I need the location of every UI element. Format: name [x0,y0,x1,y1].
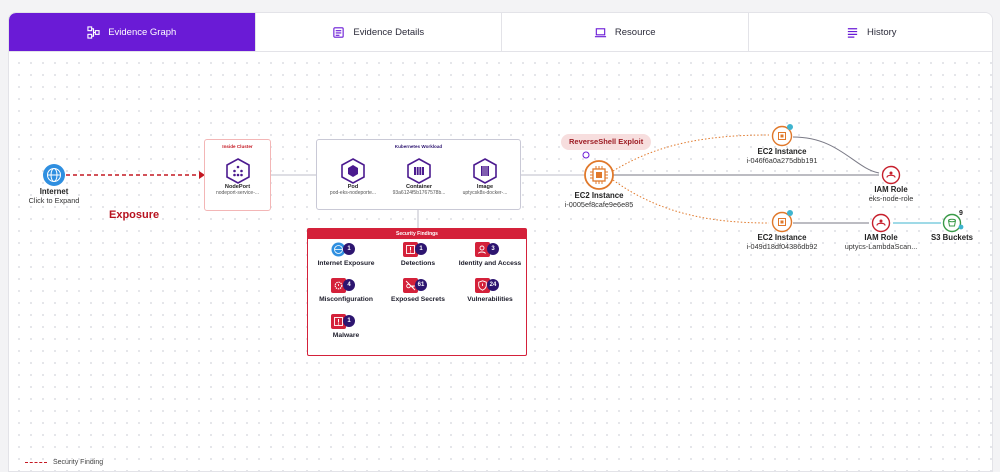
ec2-top-title: EC2 Instance [757,147,807,156]
ec2-top-node[interactable]: EC2 Instance i-046f6a0a275dbb191 [739,124,825,165]
finding-exposed-secrets[interactable]: 61 Exposed Secrets [384,278,452,303]
iam-top-node[interactable]: IAM Role eks-node-role [851,165,931,203]
finding-label: Internet Exposure [317,260,375,267]
tab-label: Resource [614,26,656,38]
inside-cluster-title: Inside Cluster [222,144,253,149]
graph-canvas[interactable]: Internet Click to Expand Exposure Inside… [9,53,992,471]
workload-box[interactable]: Kubernetes Workload Pod pod-eks-nodeport… [316,139,521,210]
nodeport-subtitle: nodeport-service-... [215,190,260,196]
finding-vulnerabilities[interactable]: 24 Vulnerabilities [456,278,524,303]
finding-label: Malware [332,332,360,339]
image-node[interactable]: Image uptycsk8s-docker-... [455,158,515,196]
ec2-bottom-node[interactable]: EC2 Instance i-049d18df04386db92 [739,210,825,251]
iam-top-title: IAM Role [874,185,908,194]
finding-internet-exposure[interactable]: 1 Internet Exposure [312,242,380,267]
finding-count-badge: 61 [415,279,427,291]
iam-role-icon [881,165,901,185]
s3-buckets-node[interactable]: 9 S3 Buckets [927,210,977,242]
ec2-chip-icon [582,151,614,190]
nodeport-icon [225,158,250,184]
ec2-chip-icon [771,210,793,233]
finding-label: Exposed Secrets [391,296,445,303]
internet-subtitle: Click to Expand [28,196,80,205]
finding-label: Misconfiguration [319,296,373,303]
iam-bottom-node[interactable]: IAM Role uptycs-LambdaScan... [839,213,923,251]
finding-count-badge: 1 [343,315,355,327]
finding-label: Identity and Access [458,260,522,267]
internet-title: Internet [39,187,69,196]
pod-node[interactable]: Pod pod-eks-nodeporte... [323,158,383,196]
iam-top-subtitle: eks-node-role [868,194,914,203]
tab-history[interactable]: History [748,13,992,51]
exposure-label: Exposure [109,209,160,221]
inside-cluster-box[interactable]: Inside Cluster NodePort nodeport-service… [204,139,271,211]
image-icon [473,158,497,184]
exploit-badge[interactable]: ReverseShell Exploit [561,134,652,150]
s3-title: S3 Buckets [930,233,974,242]
container-icon [407,158,431,184]
tab-bar: Evidence Graph Evidence Details Resource… [9,13,992,52]
iam-bottom-title: IAM Role [864,233,898,242]
tab-evidence-graph[interactable]: Evidence Graph [9,13,256,51]
tab-evidence-details[interactable]: Evidence Details [255,13,502,51]
pod-subtitle: pod-eks-nodeporte... [329,190,377,196]
s3-count: 9 [959,210,963,217]
tab-resource[interactable]: Resource [502,13,749,51]
finding-count-badge: 24 [487,279,499,291]
internet-node[interactable]: Internet Click to Expand [19,163,89,205]
finding-label: Detections [400,260,436,267]
nodeport-node[interactable]: NodePort nodeport-service-... [205,158,270,196]
finding-count-badge: 4 [343,279,355,291]
security-findings-title: Security Findings [308,229,526,239]
globe-icon [43,164,65,186]
ec2-bottom-title: EC2 Instance [757,233,807,242]
ec2-main-title: EC2 Instance [574,191,624,200]
pod-icon [341,158,365,184]
ec2-chip-icon [771,124,793,147]
workload-title: Kubernetes Workload [394,144,443,149]
document-icon [333,26,345,38]
image-subtitle: uptycsk8s-docker-... [462,190,508,196]
finding-identity-access[interactable]: 3 Identity and Access [456,242,524,267]
finding-count-badge: 1 [343,243,355,255]
container-subtitle: 93a6124f5b1767578b... [392,190,446,196]
finding-malware[interactable]: 1 Malware [312,314,380,339]
finding-count-badge: 3 [487,243,499,255]
list-icon [847,27,858,38]
finding-detections[interactable]: 1 Detections [384,242,452,267]
finding-count-badge: 1 [415,243,427,255]
iam-role-icon [871,213,891,233]
laptop-icon [594,27,606,37]
container-node[interactable]: Container 93a6124f5b1767578b... [389,158,449,196]
ec2-main-node[interactable]: EC2 Instance i-0005ef8cafe9e6e85 [554,151,644,209]
tab-label: Evidence Details [353,26,425,38]
ec2-bottom-subtitle: i-049d18df04386db92 [746,242,818,251]
finding-misconfiguration[interactable]: 4 Misconfiguration [312,278,380,303]
graph-icon [87,25,100,39]
finding-label: Vulnerabilities [467,296,513,303]
evidence-panel: Evidence Graph Evidence Details Resource… [8,12,993,472]
ec2-main-subtitle: i-0005ef8cafe9e6e85 [564,200,634,209]
tab-label: History [866,26,897,38]
tab-label: Evidence Graph [108,26,177,38]
ec2-top-subtitle: i-046f6a0a275dbb191 [746,156,818,165]
iam-bottom-subtitle: uptycs-LambdaScan... [844,242,918,251]
security-findings-panel[interactable]: Security Findings 1 Internet Exposure 1 … [307,228,527,356]
